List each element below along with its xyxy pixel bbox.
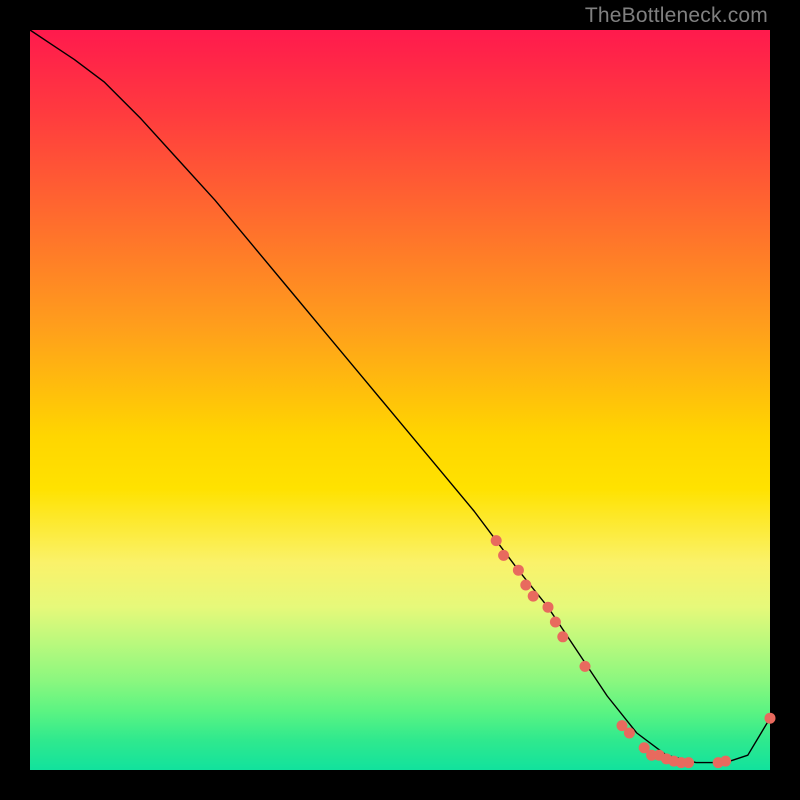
chart-svg [30,30,770,770]
data-point [765,713,776,724]
plot-area [30,30,770,770]
data-point [550,617,561,628]
data-point [528,591,539,602]
data-point [683,757,694,768]
chart-frame: TheBottleneck.com [0,0,800,800]
data-point [498,550,509,561]
watermark-text: TheBottleneck.com [585,4,768,28]
data-point [513,565,524,576]
data-points [491,535,776,768]
data-point [491,535,502,546]
data-point [720,756,731,767]
data-point [543,602,554,613]
data-point [520,580,531,591]
data-point [557,631,568,642]
bottleneck-curve [30,30,770,763]
data-point [580,661,591,672]
data-point [624,728,635,739]
